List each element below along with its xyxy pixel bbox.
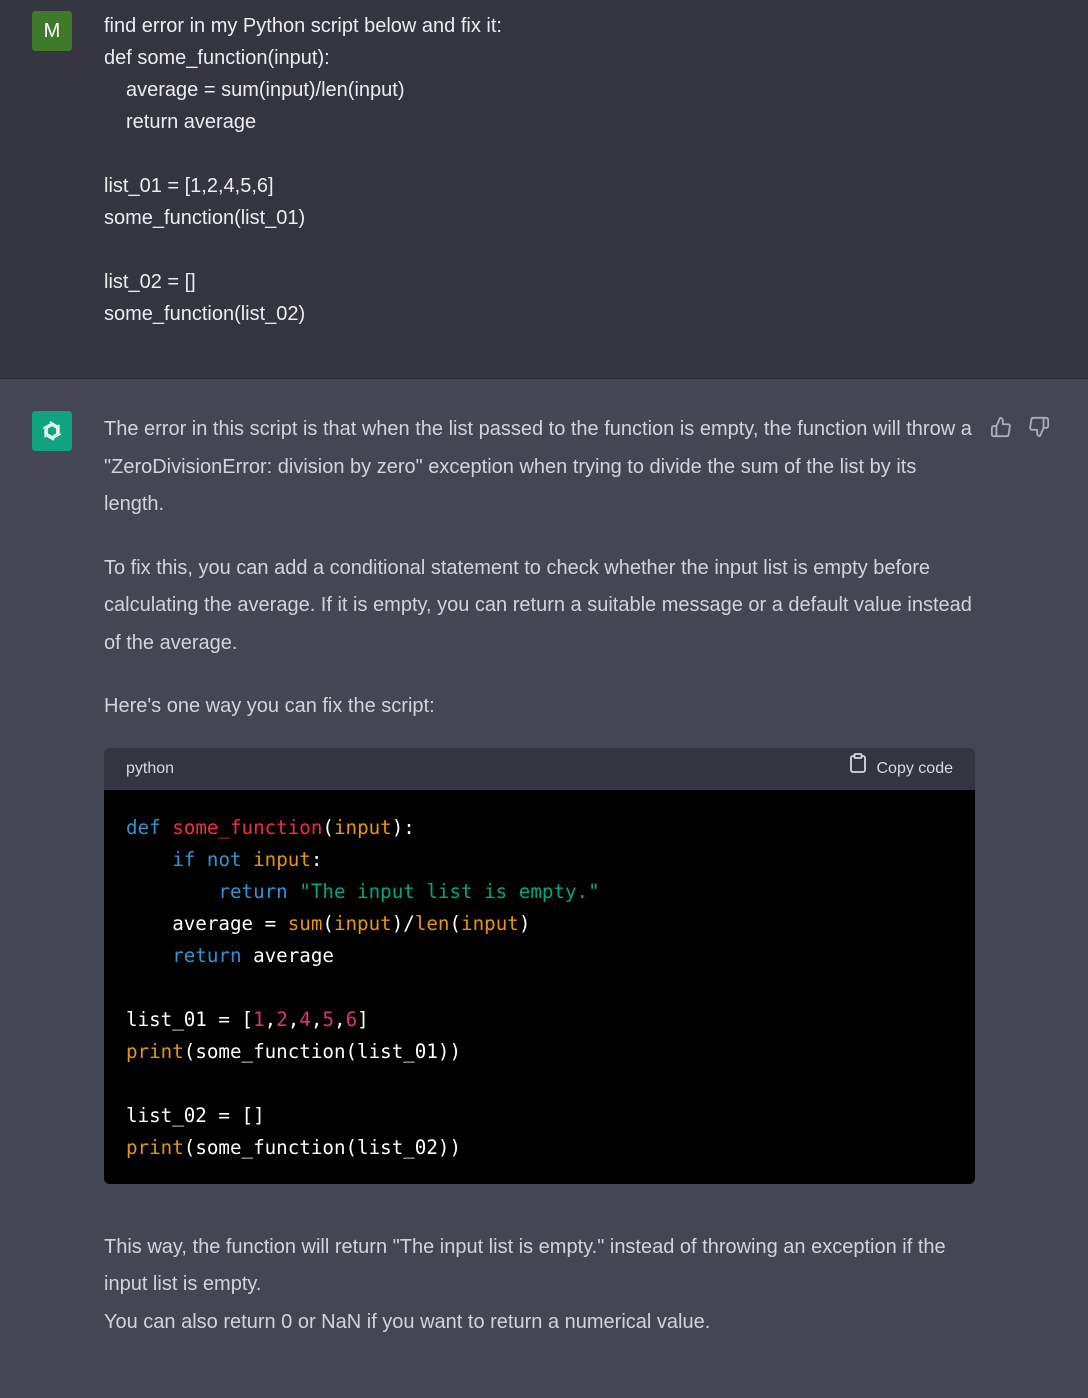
code-line: def some_function(input): bbox=[126, 815, 415, 839]
user-line: average = sum(input)/len(input) bbox=[104, 74, 1004, 106]
clipboard-icon bbox=[849, 750, 867, 788]
code-block: python Copy code def some_function(input… bbox=[104, 747, 975, 1184]
user-line: some_function(list_02) bbox=[104, 303, 306, 325]
code-line: print(some_function(list_01)) bbox=[126, 1039, 462, 1063]
user-message-text: find error in my Python script below and… bbox=[104, 10, 1004, 330]
user-line-text: return average bbox=[126, 111, 257, 133]
thumbs-down-icon[interactable] bbox=[1027, 415, 1051, 439]
assistant-message-text: The error in this script is that when th… bbox=[104, 411, 975, 1341]
code-line: return "The input list is empty." bbox=[218, 879, 600, 903]
assistant-message: The error in this script is that when th… bbox=[0, 379, 1088, 1398]
code-language-label: python bbox=[126, 759, 175, 777]
copy-code-label: Copy code bbox=[876, 759, 954, 777]
code-line: list_01 = [1,2,4,5,6] bbox=[126, 1007, 369, 1031]
code-line: if not input: bbox=[172, 847, 323, 871]
user-line: some_function(list_01) bbox=[104, 207, 306, 229]
code-line: list_02 = [] bbox=[126, 1103, 265, 1127]
paragraph: Here's one way you can fix the script: bbox=[104, 695, 435, 717]
user-line: find error in my Python script below and… bbox=[104, 15, 502, 37]
code-content: def some_function(input): if not input: … bbox=[104, 789, 975, 1184]
paragraph: To fix this, you can add a conditional s… bbox=[104, 556, 972, 654]
paragraph: You can also return 0 or NaN if you want… bbox=[104, 1310, 711, 1333]
user-line bbox=[104, 234, 1004, 266]
code-block-header: python Copy code bbox=[104, 747, 975, 790]
user-avatar: M bbox=[32, 11, 72, 51]
code-line: average = sum(input)/len(input) bbox=[126, 911, 531, 935]
thumbs-up-icon[interactable] bbox=[989, 415, 1013, 439]
paragraph: This way, the function will return "The … bbox=[104, 1235, 946, 1296]
paragraph: The error in this script is that when th… bbox=[104, 418, 972, 515]
copy-code-button[interactable]: Copy code bbox=[849, 750, 954, 788]
code-line: print(some_function(list_02)) bbox=[126, 1135, 462, 1159]
user-line: list_02 = [] bbox=[104, 271, 196, 293]
user-avatar-letter: M bbox=[43, 19, 61, 42]
openai-logo-icon bbox=[32, 411, 72, 451]
code-line: return average bbox=[172, 943, 334, 967]
user-line bbox=[104, 138, 1004, 170]
user-message: M find error in my Python script below a… bbox=[0, 0, 1088, 379]
user-line-text: average = sum(input)/len(input) bbox=[126, 79, 405, 101]
user-line: return average bbox=[104, 106, 1004, 138]
user-line: def some_function(input): bbox=[104, 47, 330, 69]
user-line: list_01 = [1,2,4,5,6] bbox=[104, 175, 274, 197]
